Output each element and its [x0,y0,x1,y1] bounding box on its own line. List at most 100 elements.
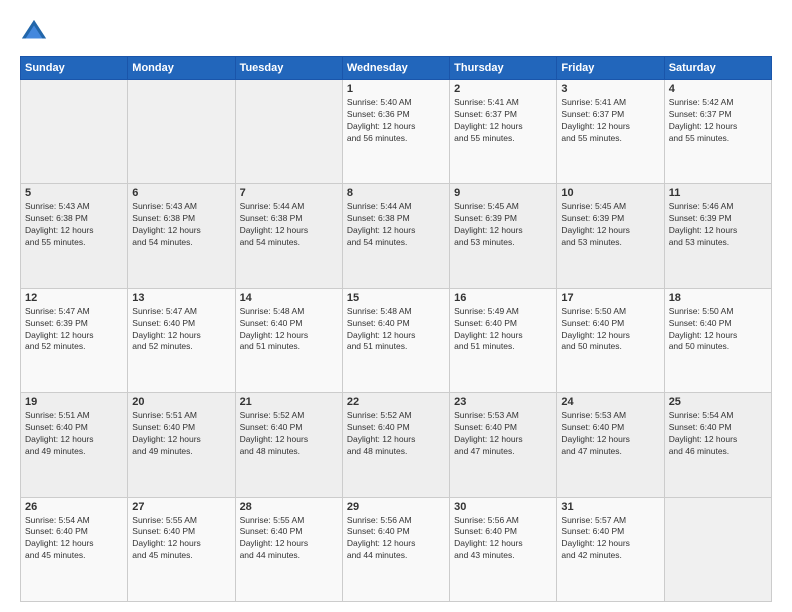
day-number: 23 [454,396,552,408]
day-info: Sunrise: 5:45 AM Sunset: 6:39 PM Dayligh… [561,201,659,249]
column-header-friday: Friday [557,57,664,80]
day-info: Sunrise: 5:55 AM Sunset: 6:40 PM Dayligh… [240,515,338,563]
day-number: 15 [347,292,445,304]
day-info: Sunrise: 5:53 AM Sunset: 6:40 PM Dayligh… [454,410,552,458]
day-number: 4 [669,83,767,95]
calendar-cell: 8 Sunrise: 5:44 AM Sunset: 6:38 PM Daylig… [342,184,449,288]
day-number: 10 [561,187,659,199]
calendar-cell [128,80,235,184]
calendar-cell: 12 Sunrise: 5:47 AM Sunset: 6:39 PM Dayli… [21,288,128,392]
calendar-cell: 9 Sunrise: 5:45 AM Sunset: 6:39 PM Daylig… [450,184,557,288]
calendar-cell: 21 Sunrise: 5:52 AM Sunset: 6:40 PM Dayli… [235,393,342,497]
day-number: 7 [240,187,338,199]
day-number: 11 [669,187,767,199]
day-info: Sunrise: 5:56 AM Sunset: 6:40 PM Dayligh… [347,515,445,563]
day-number: 2 [454,83,552,95]
calendar-cell [664,497,771,601]
calendar-cell: 25 Sunrise: 5:54 AM Sunset: 6:40 PM Dayli… [664,393,771,497]
calendar-cell: 31Sunrise: 5:57 AM Sunset: 6:40 PM Dayli… [557,497,664,601]
day-info: Sunrise: 5:44 AM Sunset: 6:38 PM Dayligh… [347,201,445,249]
day-info: Sunrise: 5:55 AM Sunset: 6:40 PM Dayligh… [132,515,230,563]
day-number: 6 [132,187,230,199]
day-info: Sunrise: 5:51 AM Sunset: 6:40 PM Dayligh… [132,410,230,458]
day-number: 25 [669,396,767,408]
day-info: Sunrise: 5:43 AM Sunset: 6:38 PM Dayligh… [132,201,230,249]
calendar-cell: 23 Sunrise: 5:53 AM Sunset: 6:40 PM Dayli… [450,393,557,497]
day-number: 9 [454,187,552,199]
day-info: Sunrise: 5:48 AM Sunset: 6:40 PM Dayligh… [240,306,338,354]
calendar-cell: 6 Sunrise: 5:43 AM Sunset: 6:38 PM Daylig… [128,184,235,288]
day-info: Sunrise: 5:49 AM Sunset: 6:40 PM Dayligh… [454,306,552,354]
day-info: Sunrise: 5:47 AM Sunset: 6:39 PM Dayligh… [25,306,123,354]
day-info: Sunrise: 5:40 AM Sunset: 6:36 PM Dayligh… [347,97,445,145]
column-header-thursday: Thursday [450,57,557,80]
day-number: 19 [25,396,123,408]
day-info: Sunrise: 5:42 AM Sunset: 6:37 PM Dayligh… [669,97,767,145]
calendar-cell: 15 Sunrise: 5:48 AM Sunset: 6:40 PM Dayli… [342,288,449,392]
calendar-week-row: 12 Sunrise: 5:47 AM Sunset: 6:39 PM Dayli… [21,288,772,392]
day-number: 29 [347,501,445,513]
calendar-cell: 5 Sunrise: 5:43 AM Sunset: 6:38 PM Daylig… [21,184,128,288]
calendar-cell: 26Sunrise: 5:54 AM Sunset: 6:40 PM Dayli… [21,497,128,601]
logo [20,18,52,46]
day-number: 17 [561,292,659,304]
calendar-cell: 28 Sunrise: 5:55 AM Sunset: 6:40 PM Dayli… [235,497,342,601]
calendar-cell: 22 Sunrise: 5:52 AM Sunset: 6:40 PM Dayli… [342,393,449,497]
calendar-cell: 24 Sunrise: 5:53 AM Sunset: 6:40 PM Dayli… [557,393,664,497]
day-info: Sunrise: 5:54 AM Sunset: 6:40 PM Dayligh… [669,410,767,458]
calendar-week-row: 26Sunrise: 5:54 AM Sunset: 6:40 PM Dayli… [21,497,772,601]
calendar-cell: 16 Sunrise: 5:49 AM Sunset: 6:40 PM Dayli… [450,288,557,392]
day-info: Sunrise: 5:45 AM Sunset: 6:39 PM Dayligh… [454,201,552,249]
day-info: Sunrise: 5:52 AM Sunset: 6:40 PM Dayligh… [240,410,338,458]
calendar-cell: 2 Sunrise: 5:41 AM Sunset: 6:37 PM Daylig… [450,80,557,184]
day-info: Sunrise: 5:53 AM Sunset: 6:40 PM Dayligh… [561,410,659,458]
calendar-week-row: 19 Sunrise: 5:51 AM Sunset: 6:40 PM Dayli… [21,393,772,497]
column-header-saturday: Saturday [664,57,771,80]
calendar-cell: 30Sunrise: 5:56 AM Sunset: 6:40 PM Dayli… [450,497,557,601]
calendar-page: SundayMondayTuesdayWednesdayThursdayFrid… [0,0,792,612]
column-header-sunday: Sunday [21,57,128,80]
calendar-cell: 1Sunrise: 5:40 AM Sunset: 6:36 PM Daylig… [342,80,449,184]
day-info: Sunrise: 5:43 AM Sunset: 6:38 PM Dayligh… [25,201,123,249]
calendar-cell: 17 Sunrise: 5:50 AM Sunset: 6:40 PM Dayli… [557,288,664,392]
day-number: 21 [240,396,338,408]
day-number: 27 [132,501,230,513]
header [20,18,772,46]
day-number: 26 [25,501,123,513]
day-number: 30 [454,501,552,513]
day-info: Sunrise: 5:50 AM Sunset: 6:40 PM Dayligh… [561,306,659,354]
calendar-week-row: 5 Sunrise: 5:43 AM Sunset: 6:38 PM Daylig… [21,184,772,288]
calendar-cell: 18Sunrise: 5:50 AM Sunset: 6:40 PM Dayli… [664,288,771,392]
day-info: Sunrise: 5:47 AM Sunset: 6:40 PM Dayligh… [132,306,230,354]
day-info: Sunrise: 5:41 AM Sunset: 6:37 PM Dayligh… [561,97,659,145]
day-info: Sunrise: 5:57 AM Sunset: 6:40 PM Dayligh… [561,515,659,563]
calendar-cell: 3Sunrise: 5:41 AM Sunset: 6:37 PM Daylig… [557,80,664,184]
calendar-cell: 13 Sunrise: 5:47 AM Sunset: 6:40 PM Dayli… [128,288,235,392]
calendar-cell [235,80,342,184]
day-number: 8 [347,187,445,199]
day-number: 13 [132,292,230,304]
logo-icon [20,18,48,46]
day-number: 5 [25,187,123,199]
day-info: Sunrise: 5:46 AM Sunset: 6:39 PM Dayligh… [669,201,767,249]
column-header-tuesday: Tuesday [235,57,342,80]
day-number: 22 [347,396,445,408]
calendar-cell: 11 Sunrise: 5:46 AM Sunset: 6:39 PM Dayli… [664,184,771,288]
calendar-cell: 4 Sunrise: 5:42 AM Sunset: 6:37 PM Daylig… [664,80,771,184]
day-number: 28 [240,501,338,513]
calendar-cell: 27 Sunrise: 5:55 AM Sunset: 6:40 PM Dayli… [128,497,235,601]
day-info: Sunrise: 5:52 AM Sunset: 6:40 PM Dayligh… [347,410,445,458]
calendar-cell [21,80,128,184]
calendar-cell: 7 Sunrise: 5:44 AM Sunset: 6:38 PM Daylig… [235,184,342,288]
day-info: Sunrise: 5:44 AM Sunset: 6:38 PM Dayligh… [240,201,338,249]
day-info: Sunrise: 5:48 AM Sunset: 6:40 PM Dayligh… [347,306,445,354]
calendar-header-row: SundayMondayTuesdayWednesdayThursdayFrid… [21,57,772,80]
day-number: 18 [669,292,767,304]
day-info: Sunrise: 5:41 AM Sunset: 6:37 PM Dayligh… [454,97,552,145]
day-number: 14 [240,292,338,304]
day-number: 12 [25,292,123,304]
day-number: 16 [454,292,552,304]
calendar-table: SundayMondayTuesdayWednesdayThursdayFrid… [20,56,772,602]
day-number: 24 [561,396,659,408]
column-header-wednesday: Wednesday [342,57,449,80]
